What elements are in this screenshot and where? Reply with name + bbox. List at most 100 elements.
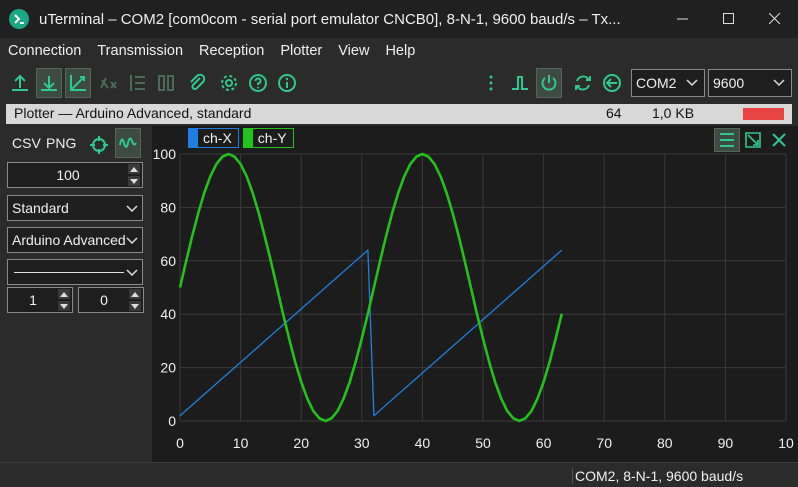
x-tick-label: 80: [657, 435, 673, 451]
spin-b-stepper[interactable]: 0: [78, 287, 144, 313]
y-tick-label: 40: [160, 306, 176, 322]
columns-icon[interactable]: [153, 68, 179, 98]
format-select[interactable]: Arduino Advanced: [7, 227, 143, 253]
back-icon[interactable]: [599, 68, 625, 98]
zoom-fit-icon[interactable]: [740, 128, 766, 152]
legend-swatch: [243, 129, 253, 147]
y-tick-label: 80: [160, 199, 176, 215]
spin-up-icon[interactable]: [129, 289, 141, 299]
spin-down-icon[interactable]: [129, 301, 141, 311]
gear-icon[interactable]: [216, 68, 242, 98]
legend-swatch: [189, 129, 198, 147]
axes-icon[interactable]: [65, 68, 91, 98]
y-tick-label: 60: [160, 253, 176, 269]
activity-indicator: [743, 108, 784, 120]
more-icon[interactable]: [478, 68, 504, 98]
clear-x-icon[interactable]: [95, 68, 121, 98]
x-tick-label: 70: [596, 435, 612, 451]
spin-buttons[interactable]: [127, 164, 141, 186]
maximize-button[interactable]: [706, 0, 752, 38]
minimize-button[interactable]: [660, 0, 706, 38]
close-button[interactable]: [752, 0, 798, 38]
signal-icon[interactable]: [507, 68, 533, 98]
spin-a-value: 1: [29, 292, 37, 308]
chevron-down-icon: [126, 234, 138, 246]
spin-buttons[interactable]: [128, 289, 142, 311]
baud-select[interactable]: 9600: [708, 69, 792, 97]
spin-buttons[interactable]: [57, 289, 71, 311]
plot-canvas[interactable]: 0 10 20 30 40 50 60 70 80 90 10020406080100: [152, 126, 798, 462]
spin-up-icon[interactable]: [128, 164, 140, 174]
format-value: Arduino Advanced: [12, 232, 126, 248]
chevron-down-icon: [773, 79, 785, 87]
close-plot-icon[interactable]: [766, 128, 792, 152]
csv-button[interactable]: CSV: [12, 135, 41, 151]
mode-select[interactable]: Standard: [7, 195, 143, 221]
toolbar: COM2 9600: [0, 66, 798, 102]
line-style-preview: [14, 272, 124, 273]
plotter-settings-panel: CSV PNG 100 Standard Arduino Advanced 1 …: [0, 126, 152, 462]
upload-icon[interactable]: [7, 68, 33, 98]
legend-item-ch-y[interactable]: ch-Y: [242, 128, 294, 148]
spin-up-icon[interactable]: [58, 289, 70, 299]
menu-reception[interactable]: Reception: [191, 38, 272, 64]
y-tick-label: 20: [160, 360, 176, 376]
menu-connection[interactable]: Connection: [0, 38, 89, 64]
mode-value: Standard: [12, 200, 69, 216]
spin-a-stepper[interactable]: 1: [7, 287, 73, 313]
plot-tools: [714, 128, 792, 152]
series-line-ch-y: [178, 152, 564, 423]
y-tick-label: 100: [153, 146, 177, 162]
crosshair-icon[interactable]: [86, 130, 112, 160]
received-count: 64: [606, 105, 622, 121]
legend-label: ch-X: [203, 130, 232, 146]
attach-icon[interactable]: [184, 68, 210, 98]
spin-b-value: 0: [100, 292, 108, 308]
terminal-prompt-icon: [9, 9, 29, 29]
menu-lines-icon[interactable]: [714, 128, 740, 152]
list-icon[interactable]: [124, 68, 150, 98]
x-tick-label: 30: [354, 435, 370, 451]
status-bar: COM2, 8-N-1, 9600 baud/s: [0, 462, 798, 487]
x-tick-label: 10: [778, 435, 794, 451]
chevron-down-icon: [126, 205, 138, 213]
connection-status: COM2, 8-N-1, 9600 baud/s: [572, 468, 743, 484]
port-select[interactable]: COM2: [631, 69, 705, 97]
spin-down-icon[interactable]: [128, 176, 140, 186]
title-bar[interactable]: uTerminal – COM2 [com0com - serial port …: [0, 0, 798, 38]
port-value: COM2: [636, 75, 677, 91]
x-tick-label: 10: [233, 435, 249, 451]
download-icon[interactable]: [36, 68, 62, 98]
menu-bar: Connection Transmission Reception Plotte…: [0, 38, 798, 64]
power-icon[interactable]: [536, 68, 562, 98]
menu-transmission[interactable]: Transmission: [89, 38, 191, 64]
plot-area[interactable]: 0 10 20 30 40 50 60 70 80 90 10 0 20 40 60 80 100 ch-X c…: [152, 126, 798, 462]
info-bar: Plotter — Arduino Advanced, standard 64 …: [6, 104, 792, 124]
y-tick-label: 0: [168, 413, 176, 429]
points-stepper[interactable]: 100: [7, 162, 143, 188]
chevron-down-icon: [126, 269, 138, 277]
x-tick-label: 50: [475, 435, 491, 451]
help-icon[interactable]: [245, 68, 271, 98]
x-tick-label: 0: [176, 435, 184, 451]
x-tick-label: 90: [718, 435, 734, 451]
legend-label: ch-Y: [257, 130, 287, 146]
legend: ch-X ch-Y: [188, 128, 298, 148]
x-tick-label: 20: [293, 435, 309, 451]
received-size: 1,0 KB: [652, 105, 695, 121]
wave-icon[interactable]: [115, 128, 141, 158]
x-tick-label: 60: [536, 435, 552, 451]
line-style-select[interactable]: [7, 259, 143, 285]
menu-view[interactable]: View: [330, 38, 377, 64]
legend-item-ch-x[interactable]: ch-X: [188, 128, 239, 148]
plotter-label: Plotter — Arduino Advanced, standard: [14, 105, 252, 121]
png-button[interactable]: PNG: [46, 135, 76, 151]
menu-help[interactable]: Help: [377, 38, 423, 64]
baud-value: 9600: [713, 75, 745, 91]
spin-down-icon[interactable]: [58, 301, 70, 311]
points-value: 100: [56, 167, 80, 183]
refresh-icon[interactable]: [570, 68, 596, 98]
menu-plotter[interactable]: Plotter: [272, 38, 330, 64]
info-icon[interactable]: [274, 68, 300, 98]
chevron-down-icon: [686, 79, 698, 87]
